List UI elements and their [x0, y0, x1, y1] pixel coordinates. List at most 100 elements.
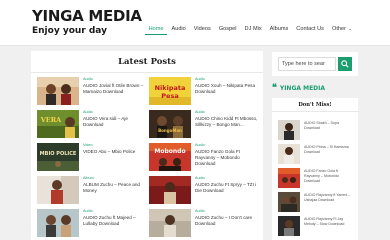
sidebar-post-image [278, 144, 300, 164]
post-category[interactable]: Audio [195, 110, 259, 115]
sidebar-post-image [278, 216, 300, 236]
post-category[interactable]: Audio [195, 143, 259, 148]
post-card[interactable]: Album ALBUM Zuchu – Peace and Money [37, 176, 147, 204]
nav-item-home[interactable]: Home [144, 24, 168, 35]
thumb-text: Mobondo [154, 148, 185, 155]
dont-miss-panel: Don't Miss! AUDIO Sirakh – Sopa Download… [272, 98, 358, 240]
post-title[interactable]: AUDIO Zuchu Ft Spryy – TZI i Die Downloa… [195, 182, 259, 194]
thumb-text: BongoMan [158, 128, 182, 133]
nav-item-contact[interactable]: Contact Us [292, 24, 328, 35]
post-thumbnail-image [37, 77, 79, 105]
sidebar-post-image [278, 120, 300, 140]
sidebar-post[interactable]: AUDIO Rayvanny ft Yammi – Ushajaa Downlo… [278, 192, 354, 214]
sidebar-post-image [278, 192, 300, 212]
sidebar-post[interactable]: AUDIO Phina – Si Hamisina Download [278, 144, 354, 166]
sidebar-post[interactable]: AUDIO Sirakh – Sopa Download [278, 120, 354, 142]
dont-miss-title: Don't Miss! [298, 101, 332, 108]
nav-item-audio[interactable]: Audio [167, 24, 189, 35]
post-category[interactable]: Album [83, 176, 147, 181]
site-header: YINGA MEDIA Enjoy your day Home Audio Vi… [0, 0, 390, 46]
post-thumbnail-image [37, 176, 79, 204]
post-thumbnail[interactable]: BongoMan [149, 110, 191, 138]
post-thumbnail-image: BongoMan [149, 110, 191, 138]
post-thumbnail-image: MBIO POLICE [37, 143, 79, 171]
sidebar-post-title[interactable]: AUDIO Rayvanny ft Yammi – Ushajaa Downlo… [304, 193, 354, 203]
post-card[interactable]: VERA Audio AUDIO Vera sidi – Aje Downloa… [37, 110, 147, 138]
post-card[interactable]: Audio AUDIO Zuchu ft Majeed – Lullaby Do… [37, 209, 147, 237]
chevron-down-icon: ⌄ [346, 26, 352, 31]
sidebar-post-thumbnail[interactable] [278, 168, 300, 188]
nav-item-gospel[interactable]: Gospel [215, 24, 241, 35]
post-title[interactable]: ALBUM Zuchu – Peace and Money [83, 182, 147, 194]
post-thumbnail-image: VERA [37, 110, 79, 138]
post-title[interactable]: AUDIO Chino Kidd Ft Mbosso, Sillkizzy – … [195, 116, 259, 128]
post-card[interactable]: Nikipata Pesa Audio AUDIO Xouh – Nikipat… [149, 77, 259, 105]
latest-posts-header: Latest Posts [31, 51, 263, 73]
sidebar-post-title[interactable]: AUDIO Sirakh – Sopa Download [304, 121, 354, 131]
search-input[interactable] [278, 57, 336, 71]
sidebar-post-thumbnail[interactable] [278, 192, 300, 212]
post-title[interactable]: AUDIO Vera sidi – Aje Download [83, 116, 147, 128]
post-thumbnail[interactable] [37, 209, 79, 237]
sidebar-post-title[interactable]: AUDIO Phina – Si Hamisina Download [304, 145, 354, 155]
sidebar-post-title[interactable]: AUDIO Fanzo Gola ft Rayvanny – Mobondo D… [304, 169, 354, 184]
post-thumbnail[interactable]: VERA [37, 110, 79, 138]
nav-item-albums[interactable]: Albums [266, 24, 293, 35]
sidebar-post-title[interactable]: AUDIO Rayvanny Ft Jay Melody – Slow Down… [304, 217, 354, 227]
search-icon [341, 60, 349, 68]
nav-item-other-label: Other [331, 26, 346, 32]
post-thumbnail[interactable] [37, 176, 79, 204]
post-card[interactable]: Audio AUDIO Jovial ft Otile Brown – Mama… [37, 77, 147, 105]
search-widget [272, 52, 358, 76]
post-category[interactable]: Audio [83, 110, 147, 115]
post-card[interactable]: BongoMan Audio AUDIO Chino Kidd Ft Mboss… [149, 110, 259, 138]
sidebar-post-thumbnail[interactable] [278, 216, 300, 236]
post-title[interactable]: AUDIO Fanzo Gola Ft Rayvanny – Mobondo D… [195, 149, 259, 167]
post-thumbnail-image: Nikipata Pesa [149, 77, 191, 105]
post-title[interactable]: AUDIO Xouh – Nikipata Pesa Download [195, 83, 259, 95]
thumb-text-line2: Pesa [161, 92, 178, 100]
post-thumbnail[interactable]: Mobondo [149, 143, 191, 171]
post-category[interactable]: Audio [195, 77, 259, 82]
site-title[interactable]: YINGA MEDIA [32, 8, 142, 24]
thumb-text: VERA [40, 116, 62, 124]
nav-item-dj-mix[interactable]: DJ Mix [241, 24, 266, 35]
sidebar-brand-text[interactable]: YINGA MEDIA [280, 85, 325, 92]
nav-item-other[interactable]: Other ⌄ [328, 24, 356, 35]
thumb-text: MBIO POLICE [40, 151, 77, 157]
post-category[interactable]: Video [83, 143, 147, 148]
post-thumbnail-image [37, 209, 79, 237]
post-card[interactable]: Audio AUDIO Zuchu – I Don't care Downloa… [149, 209, 259, 237]
post-thumbnail[interactable] [149, 176, 191, 204]
site-tagline: Enjoy your day [32, 26, 107, 36]
sidebar-post[interactable]: AUDIO Rayvanny Ft Jay Melody – Slow Down… [278, 216, 354, 238]
post-card[interactable]: MBIO POLICE Video VIDEO Abu – Mbio Polic… [37, 143, 147, 171]
post-thumbnail[interactable] [37, 77, 79, 105]
sidebar-post-image [278, 168, 300, 188]
post-category[interactable]: Audio [83, 209, 147, 214]
post-title[interactable]: AUDIO Zuchu – I Don't care Download [195, 215, 259, 227]
post-thumbnail-image [149, 176, 191, 204]
main-nav: Home Audio Videos Gospel DJ Mix Albums C… [144, 24, 356, 35]
post-title[interactable]: AUDIO Jovial ft Otile Brown – Mamaizo Do… [83, 83, 147, 95]
post-category[interactable]: Audio [83, 77, 147, 82]
post-thumbnail-image [149, 209, 191, 237]
post-title[interactable]: VIDEO Abu – Mbio Police [83, 149, 147, 155]
sidebar-post-thumbnail[interactable] [278, 120, 300, 140]
post-title[interactable]: AUDIO Zuchu ft Majeed – Lullaby Download [83, 215, 147, 227]
post-thumbnail[interactable]: MBIO POLICE [37, 143, 79, 171]
site-logo[interactable]: YINGA MEDIA Enjoy your day [32, 8, 142, 37]
sidebar-post[interactable]: AUDIO Fanzo Gola ft Rayvanny – Mobondo D… [278, 168, 354, 190]
thumb-text-line1: Nikipata [155, 84, 186, 92]
search-button[interactable] [338, 57, 352, 71]
sidebar-post-thumbnail[interactable] [278, 144, 300, 164]
post-thumbnail[interactable]: Nikipata Pesa [149, 77, 191, 105]
post-category[interactable]: Audio [195, 209, 259, 214]
post-thumbnail-image: Mobondo [149, 143, 191, 171]
post-card[interactable]: Audio AUDIO Zuchu Ft Spryy – TZI i Die D… [149, 176, 259, 204]
post-card[interactable]: Mobondo Audio AUDIO Fanzo Gola Ft Rayvan… [149, 143, 259, 171]
post-thumbnail[interactable] [149, 209, 191, 237]
post-category[interactable]: Audio [195, 176, 259, 181]
nav-item-videos[interactable]: Videos [190, 24, 215, 35]
dont-miss-header: Don't Miss! [272, 98, 358, 112]
